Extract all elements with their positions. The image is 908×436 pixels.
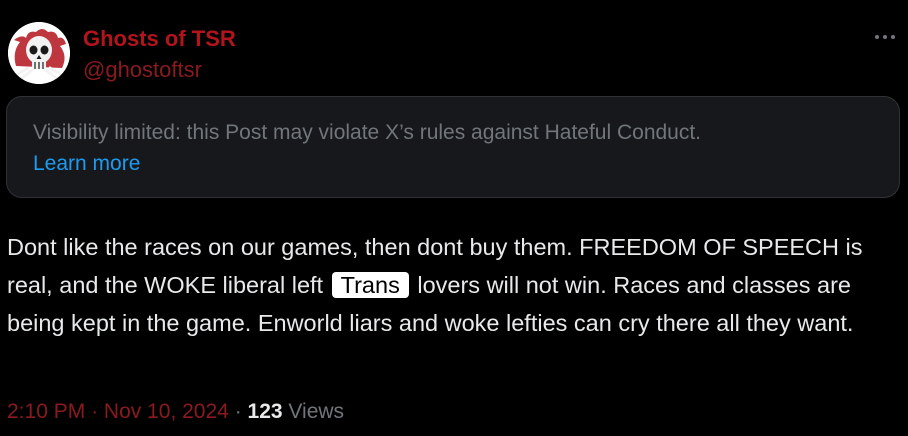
post-date[interactable]: Nov 10, 2024 [104,400,229,423]
highlighted-word: Trans [331,272,409,298]
visibility-notice: Visibility limited: this Post may violat… [6,96,900,198]
post-metadata: 2:10 PM · Nov 10, 2024 · 123 Views [7,400,344,424]
post-text: Dont like the races on our games, then d… [7,228,887,342]
views-label: Views [288,400,345,423]
post-header: Ghosts of TSR @ghostoftsr [8,22,900,86]
skull-icon [8,22,70,84]
author-display-name[interactable]: Ghosts of TSR [83,26,236,52]
visibility-notice-text: Visibility limited: this Post may violat… [33,121,702,144]
date-views-separator: · [234,400,242,423]
learn-more-link[interactable]: Learn more [33,148,140,179]
time-date-separator: · [91,400,99,423]
more-options-button[interactable] [870,22,900,52]
post-time[interactable]: 2:10 PM [7,400,85,423]
more-horizontal-icon [875,35,895,39]
author-handle[interactable]: @ghostoftsr [83,57,202,83]
avatar[interactable] [8,22,70,84]
views-count[interactable]: 123 [248,400,283,423]
